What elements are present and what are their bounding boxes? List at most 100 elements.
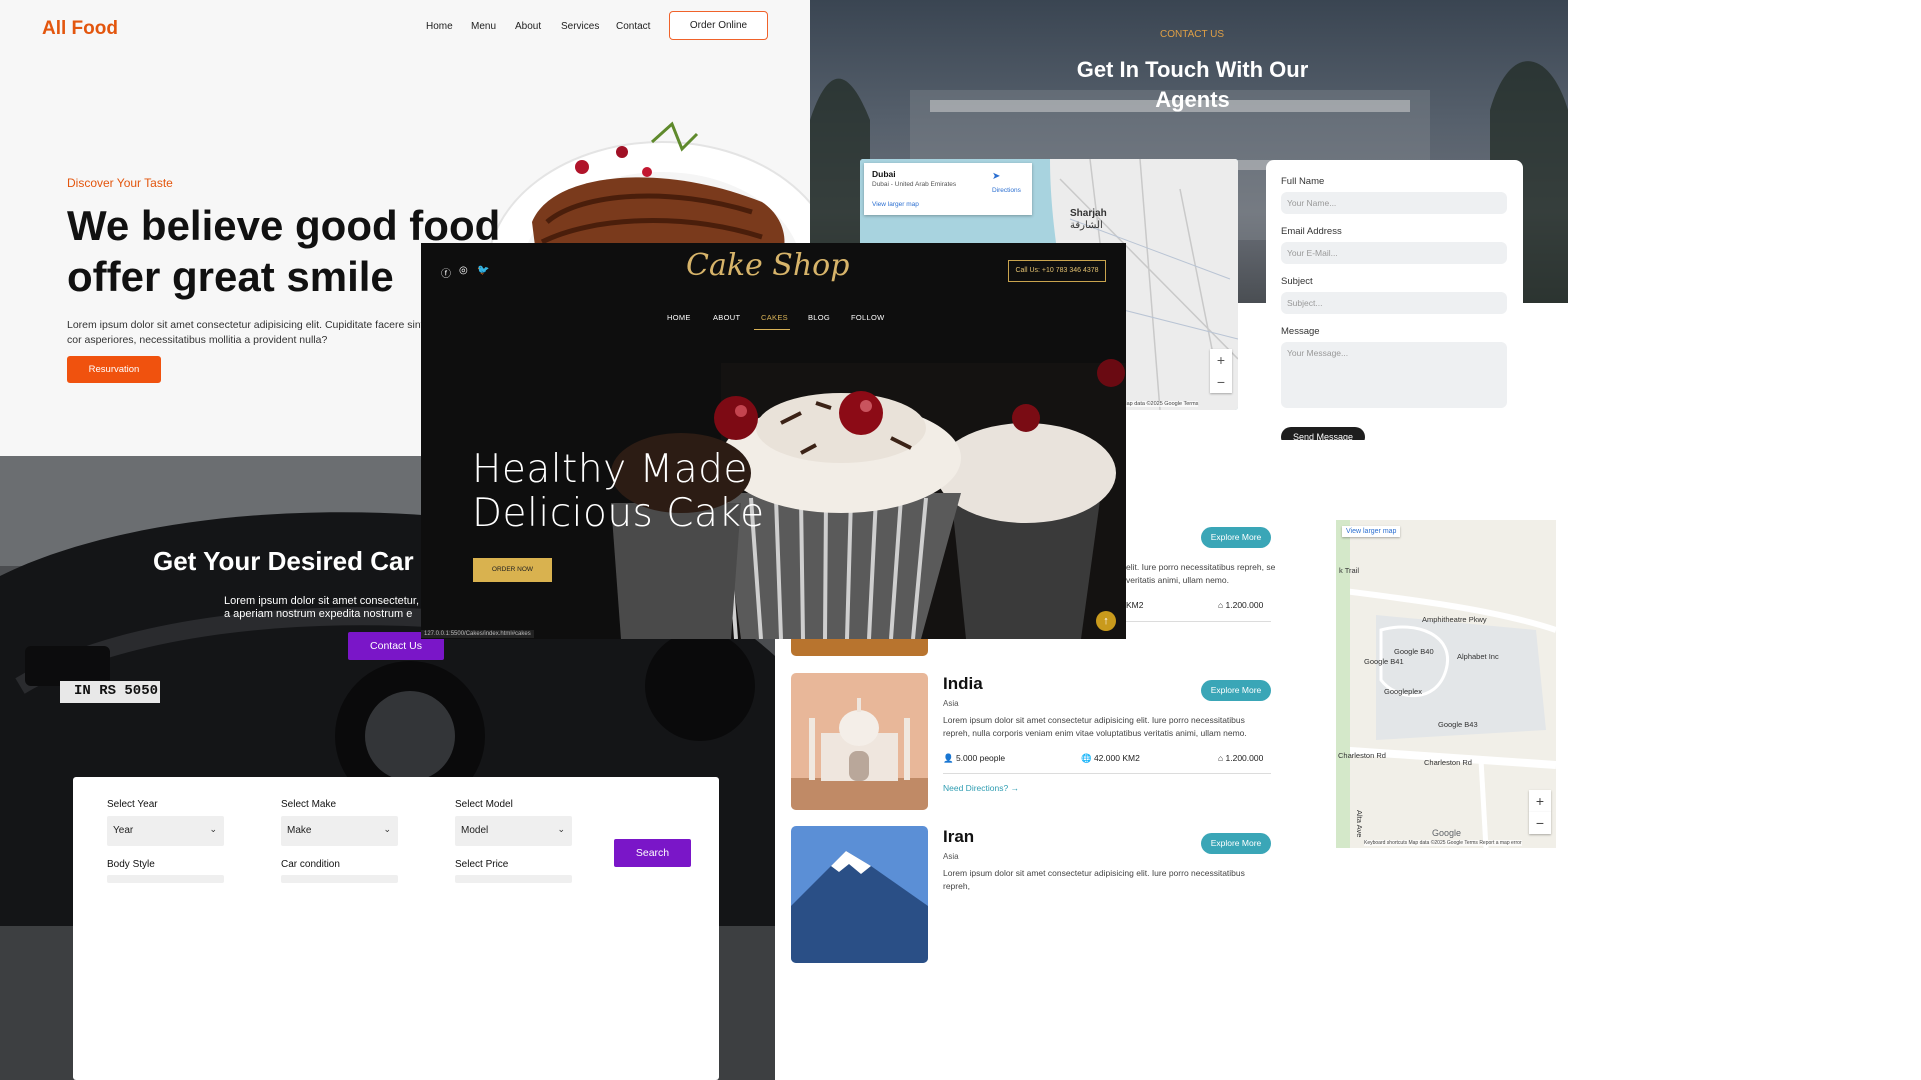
order-now-button[interactable]: ORDER NOW	[473, 558, 552, 582]
select-make-label: Select Make	[281, 799, 337, 810]
make-select[interactable]: Make ⌄	[281, 816, 398, 846]
arrow-right-icon: →	[1010, 783, 1020, 793]
map-label: Charleston Rd	[1424, 758, 1472, 767]
send-message-button[interactable]: Send Message	[1281, 427, 1365, 440]
select-year-label: Select Year	[107, 799, 158, 810]
call-us-button[interactable]: Call Us: +10 783 346 4378	[1008, 260, 1106, 282]
select-model-label: Select Model	[455, 799, 513, 810]
country-name[interactable]: India	[943, 674, 983, 694]
model-select[interactable]: Model ⌄	[455, 816, 572, 846]
message-textarea[interactable]: Your Message...	[1281, 342, 1507, 408]
nav-cakes[interactable]: CAKES	[761, 313, 788, 322]
google-map[interactable]: View larger map Amphitheatre Pkwy Google…	[1336, 520, 1556, 848]
country-name[interactable]: Iran	[943, 827, 974, 847]
map-label: Charleston Rd	[1338, 751, 1386, 760]
nav-about[interactable]: ABOUT	[713, 313, 740, 322]
map-info-card: Dubai Dubai - United Arab Emirates View …	[864, 163, 1032, 215]
scroll-top-icon[interactable]: ↑	[1096, 611, 1116, 631]
hero-line-2: Delicious Cake	[472, 491, 765, 536]
cake-hero-title: Healthy Made Delicious Cake	[472, 448, 765, 536]
nav-home[interactable]: HOME	[667, 313, 691, 322]
divider	[943, 773, 1271, 774]
zoom-in-icon[interactable]: +	[1210, 349, 1232, 371]
directions-icon[interactable]: ➤	[992, 171, 1000, 182]
nav-follow[interactable]: FOLLOW	[851, 313, 884, 322]
car-search-form: Select Year Year ⌄ Select Make Make ⌄ Se…	[73, 777, 719, 1080]
hero-line-1: Healthy Made	[472, 447, 748, 492]
food-logo[interactable]: All Food	[42, 18, 118, 40]
twitter-icon[interactable]: 🐦	[477, 265, 489, 276]
status-url: 127.0.0.1:5500/Cakes/index.html#cakes	[421, 630, 534, 638]
map-label: Google B40	[1394, 647, 1434, 656]
food-kicker: Discover Your Taste	[67, 176, 173, 190]
country-region: Asia	[943, 699, 959, 708]
nav-menu[interactable]: Menu	[471, 21, 496, 32]
india-thumbnail[interactable]	[791, 673, 928, 810]
country-desc: Lorem ipsum dolor sit amet consectetur a…	[943, 715, 1247, 738]
instagram-icon[interactable]: ◎	[459, 265, 468, 276]
map-zoom-controls: + −	[1210, 349, 1232, 393]
map-label: Googleplex	[1384, 687, 1422, 696]
home-icon: ⌂	[1218, 600, 1226, 610]
population-stat: 👤 5.000 people	[943, 753, 1005, 764]
nav-contact[interactable]: Contact	[616, 21, 650, 32]
map-city-label: Sharjah	[1070, 208, 1107, 219]
country-region: Asia	[943, 852, 959, 861]
chevron-down-icon: ⌄	[209, 824, 217, 834]
map-place: Dubai	[872, 169, 896, 179]
search-button[interactable]: Search	[614, 839, 691, 867]
agents-title: Get In Touch With Our Agents	[1076, 57, 1309, 112]
map-label: Amphitheatre Pkwy	[1422, 615, 1487, 624]
map-footer: Keyboard shortcuts Map data ©2025 Google…	[1364, 840, 1522, 846]
map-label: Alta Ave	[1355, 810, 1364, 838]
explore-more-button[interactable]: Explore More	[1201, 833, 1271, 854]
map-larger-link[interactable]: View larger map	[872, 201, 919, 208]
view-larger-map-link[interactable]: View larger map	[1342, 526, 1401, 537]
order-online-button[interactable]: Order Online	[669, 11, 768, 40]
facebook-icon[interactable]: ⓕ	[441, 265, 451, 280]
need-directions-link[interactable]: Need Directions? →	[943, 783, 1019, 793]
explore-more-button[interactable]: Explore More	[1201, 527, 1271, 548]
chevron-down-icon: ⌄	[557, 824, 565, 834]
home-icon: ⌂	[1218, 753, 1226, 763]
map-directions-link[interactable]: Directions	[992, 187, 1021, 194]
price-value: 1.200.000	[1225, 600, 1264, 610]
email-input[interactable]: Your E-Mail...	[1281, 242, 1507, 264]
globe-icon: 🌐	[1081, 753, 1094, 763]
full-name-input[interactable]: Your Name...	[1281, 192, 1507, 214]
population-value: 5.000 people	[955, 753, 1006, 763]
car-condition-select[interactable]	[281, 875, 398, 883]
contact-form: Full Name Your Name... Email Address You…	[1266, 160, 1523, 440]
year-select[interactable]: Year ⌄	[107, 816, 224, 846]
subject-input[interactable]: Subject...	[1281, 292, 1507, 314]
directions-label: Need Directions?	[943, 783, 1009, 793]
country-desc: Lorem ipsum dolor sit amet consectetur a…	[943, 868, 1245, 891]
map-label: k Trail	[1339, 566, 1360, 575]
zoom-in-icon[interactable]: +	[1529, 790, 1551, 812]
car-condition-label: Car condition	[281, 859, 340, 870]
zoom-out-icon[interactable]: −	[1529, 812, 1551, 834]
nav-about[interactable]: About	[515, 21, 541, 32]
iran-thumbnail[interactable]	[791, 826, 928, 963]
zoom-out-icon[interactable]: −	[1210, 371, 1232, 393]
map-tiles	[1336, 520, 1556, 848]
map-city-label-ar: الشارقة	[1070, 220, 1103, 231]
contact-kicker: CONTACT US	[1160, 29, 1225, 40]
nav-home[interactable]: Home	[426, 21, 453, 32]
message-label: Message	[1281, 326, 1320, 337]
cake-shop-logo[interactable]: Cake Shop	[686, 248, 849, 283]
body-style-select[interactable]	[107, 875, 224, 883]
cake-shop-panel: ⓕ ◎ 🐦 Cake Shop Call Us: +10 783 346 437…	[421, 243, 1126, 639]
nav-blog[interactable]: BLOG	[808, 313, 830, 322]
nav-services[interactable]: Services	[561, 21, 599, 32]
area-stat: 🌐 42.000 KM2	[1081, 753, 1140, 764]
body-style-label: Body Style	[107, 859, 155, 870]
license-plate: IN RS 5050	[74, 683, 159, 699]
explore-more-button[interactable]: Explore More	[1201, 680, 1271, 701]
car-title: Get Your Desired Car I	[153, 546, 429, 576]
price-select[interactable]	[455, 875, 572, 883]
model-select-value: Model	[461, 825, 489, 836]
taj-mahal-image	[791, 673, 928, 810]
reservation-button[interactable]: Resurvation	[67, 356, 161, 383]
price-stat: ⌂ 1.200.000	[1218, 753, 1263, 763]
